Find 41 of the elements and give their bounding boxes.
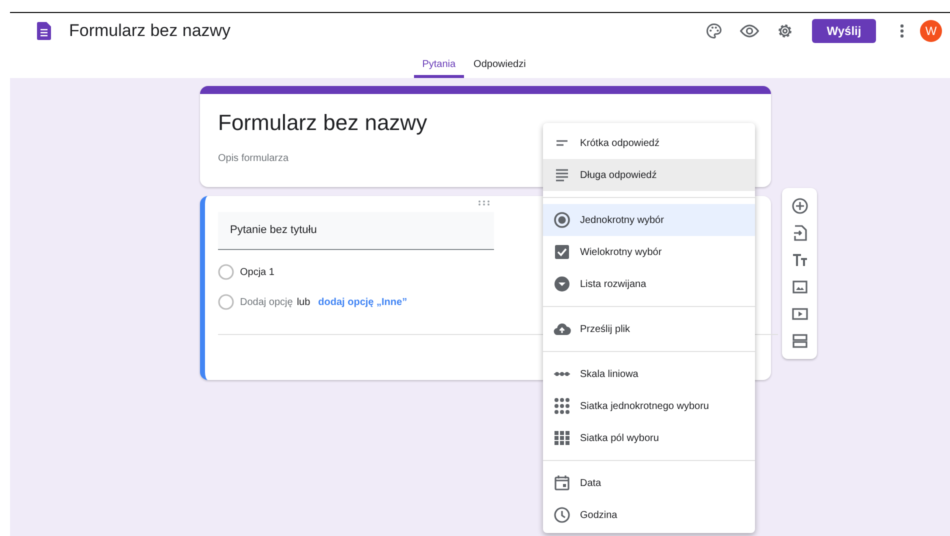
menu-item[interactable]: Godzina: [543, 499, 755, 531]
palette-icon[interactable]: [705, 22, 723, 40]
menu-item[interactable]: Lista rozwijana: [543, 268, 755, 300]
send-button[interactable]: Wyślij: [812, 19, 876, 43]
menu-item[interactable]: Krótka odpowiedź: [543, 127, 755, 159]
drag-handle-icon[interactable]: [478, 200, 490, 206]
or-text: lub: [296, 296, 310, 308]
menu-item[interactable]: Prześlij plik: [543, 313, 755, 345]
add-other-link[interactable]: dodaj opcję „Inne”: [318, 296, 408, 308]
menu-item[interactable]: Siatka jednokrotnego wyboru: [543, 390, 755, 422]
eye-icon[interactable]: [740, 24, 759, 38]
radio-icon[interactable]: [218, 294, 234, 310]
dot-grid-icon: [553, 397, 571, 415]
settings-icon[interactable]: [776, 22, 794, 40]
section-icon[interactable]: [790, 332, 808, 350]
calendar-icon: [553, 474, 571, 492]
document-title[interactable]: Formularz bez nazwy: [69, 21, 231, 41]
add-icon[interactable]: [790, 197, 808, 215]
forms-document-icon[interactable]: [37, 22, 51, 40]
image-icon[interactable]: [790, 278, 808, 296]
option-label[interactable]: Opcja 1: [240, 266, 274, 278]
radio-icon[interactable]: [218, 264, 234, 280]
menu-item[interactable]: Skala liniowa: [543, 358, 755, 390]
more-icon[interactable]: [900, 24, 904, 38]
menu-item[interactable]: Długa odpowiedź: [543, 159, 755, 191]
dropdown-icon: [553, 275, 571, 293]
menu-item[interactable]: Data: [543, 467, 755, 499]
menu-item[interactable]: Siatka pól wyboru: [543, 422, 755, 454]
linear-scale-icon: [554, 372, 570, 376]
question-title-field[interactable]: Pytanie bez tytułu: [218, 212, 494, 250]
tab[interactable]: Odpowiedzi: [466, 59, 534, 78]
menu-item[interactable]: Jednokrotny wybór: [543, 204, 755, 236]
square-grid-icon: [553, 429, 571, 447]
menu-item[interactable]: Wielokrotny wybór: [543, 236, 755, 268]
checkbox-icon: [553, 243, 571, 261]
title-text-icon[interactable]: [790, 251, 808, 269]
short-text-icon: [556, 140, 568, 146]
radio-button-icon: [553, 211, 571, 229]
clock-icon: [553, 506, 571, 524]
add-option-field[interactable]: Dodaj opcję: [240, 296, 293, 308]
video-icon[interactable]: [790, 305, 808, 323]
